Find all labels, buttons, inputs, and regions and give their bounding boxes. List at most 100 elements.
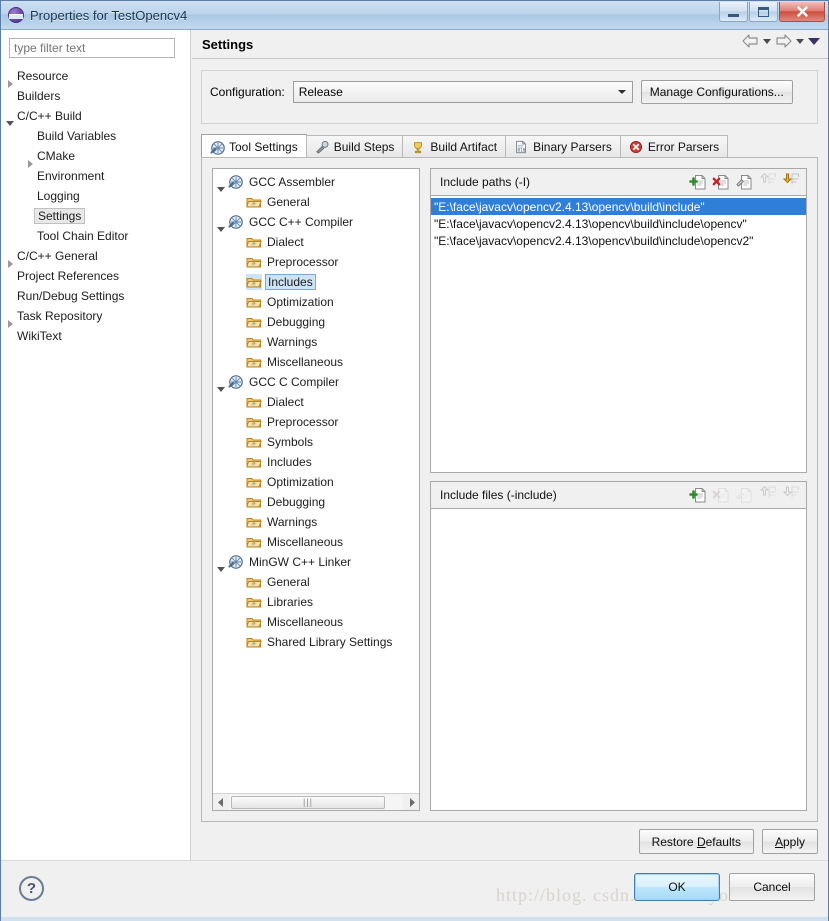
add-icon[interactable] xyxy=(688,173,708,191)
help-icon[interactable]: ? xyxy=(19,876,44,901)
tool-tree-item-gcc-c-compiler[interactable]: GCC C Compiler xyxy=(213,372,419,392)
tab-label: Binary Parsers xyxy=(533,140,612,154)
delete-icon[interactable] xyxy=(711,173,731,191)
include-path-row[interactable]: "E:\face\javacv\opencv2.4.13\opencv\buil… xyxy=(431,198,806,215)
tool-tree-item-debugging[interactable]: Debugging xyxy=(213,312,419,332)
sidebar-item-run-debug-settings[interactable]: Run/Debug Settings xyxy=(1,286,190,306)
scrollbar-track[interactable]: ||| xyxy=(229,794,403,810)
sidebar-item-tool-chain-editor[interactable]: Tool Chain Editor xyxy=(1,226,190,246)
tool-icon xyxy=(228,214,244,230)
forward-arrow-icon[interactable] xyxy=(775,34,792,49)
tool-tree-item-gcc-assembler[interactable]: GCC Assembler xyxy=(213,172,419,192)
tool-tree-item-label: Debugging xyxy=(267,495,326,509)
tool-tree-item-includes[interactable]: Includes xyxy=(213,452,419,472)
include-path-row[interactable]: "E:\face\javacv\opencv2.4.13\opencv\buil… xyxy=(431,215,806,232)
move-down-icon xyxy=(782,486,799,498)
back-arrow-icon[interactable] xyxy=(742,34,759,49)
sidebar-item-builders[interactable]: Builders xyxy=(1,86,190,106)
window-bottom-edge xyxy=(1,917,828,921)
sidebar-item-wikitext[interactable]: WikiText xyxy=(1,326,190,346)
sidebar-item-logging[interactable]: Logging xyxy=(1,186,190,206)
back-history-chevron-down-icon[interactable] xyxy=(763,39,771,44)
sidebar-item-task-repository[interactable]: Task Repository xyxy=(1,306,190,328)
tool-tree-item-label: Miscellaneous xyxy=(267,355,344,369)
edit-icon xyxy=(736,175,752,190)
tool-tree-item-general[interactable]: General xyxy=(213,192,419,212)
dialog-body: Resource Builders C/C++ Build Build Variabl… xyxy=(1,30,828,921)
include-files-list[interactable] xyxy=(431,510,806,810)
tool-tree-item-debugging[interactable]: Debugging xyxy=(213,492,419,512)
tool-tree-item-mingw-c++-linker[interactable]: MinGW C++ Linker xyxy=(213,552,419,572)
tool-icon xyxy=(228,554,244,570)
sidebar-item-environment[interactable]: Environment xyxy=(1,166,190,186)
scroll-left-icon[interactable] xyxy=(213,794,229,810)
apply-button[interactable]: Apply xyxy=(761,829,818,854)
tool-tree-item-optimization[interactable]: Optimization xyxy=(213,472,419,492)
tool-tree-item-shared-library-settings[interactable]: Shared Library Settings xyxy=(213,632,419,652)
sidebar-item-cmake[interactable]: CMake xyxy=(1,146,190,168)
tool-tree-item-miscellaneous[interactable]: Miscellaneous xyxy=(213,612,419,632)
minimize-button[interactable] xyxy=(719,2,748,22)
tool-tree-horizontal-scrollbar[interactable]: ||| xyxy=(213,793,419,810)
configuration-select[interactable]: Release xyxy=(292,81,633,103)
tool-tree-item-preprocessor[interactable]: Preprocessor xyxy=(213,412,419,432)
include-path-row[interactable]: "E:\face\javacv\opencv2.4.13\opencv\buil… xyxy=(431,232,806,249)
tool-tree-item-symbols[interactable]: Symbols xyxy=(213,432,419,452)
tab-binary-parsers[interactable]: 010 Binary Parsers xyxy=(505,135,621,158)
title-bar: Properties for TestOpencv4 xyxy=(1,1,828,30)
sidebar-item-label: Resource xyxy=(17,69,69,83)
tool-tree-item-optimization[interactable]: Optimization xyxy=(213,292,419,312)
tab-bar[interactable]: Tool Settings Build Steps Build Artifact 01… xyxy=(201,134,818,158)
settings-tree[interactable]: Resource Builders C/C++ Build Build Variabl… xyxy=(1,62,190,346)
cancel-button[interactable]: Cancel xyxy=(729,873,815,901)
scrollbar-thumb[interactable]: ||| xyxy=(231,795,385,809)
sidebar-item-c-c-build[interactable]: C/C++ Build xyxy=(1,106,190,126)
tab-build-steps[interactable]: Build Steps xyxy=(305,135,404,158)
tool-tree-item-includes[interactable]: Includes xyxy=(213,272,419,292)
sidebar-item-c-c-general[interactable]: C/C++ General xyxy=(1,246,190,268)
sidebar-item-build-variables[interactable]: Build Variables xyxy=(1,126,190,146)
filter-input[interactable] xyxy=(9,38,175,58)
tool-icon xyxy=(228,374,244,390)
add-icon xyxy=(689,488,706,503)
delete-icon xyxy=(711,486,731,504)
dialog-buttons: OK Cancel xyxy=(634,873,815,901)
tool-tree-item-libraries[interactable]: Libraries xyxy=(213,592,419,612)
close-icon xyxy=(796,6,808,17)
tab-tool-settings[interactable]: Tool Settings xyxy=(201,134,307,158)
tool-tree-item-warnings[interactable]: Warnings xyxy=(213,332,419,352)
tool-tree-item-warnings[interactable]: Warnings xyxy=(213,512,419,532)
minimize-icon xyxy=(728,13,739,17)
manage-configurations-button[interactable]: Manage Configurations... xyxy=(640,80,793,104)
tool-tree-item-dialect[interactable]: Dialect xyxy=(213,232,419,252)
forward-history-chevron-down-icon[interactable] xyxy=(796,39,804,44)
include-paths-list[interactable]: "E:\face\javacv\opencv2.4.13\opencv\buil… xyxy=(431,197,806,472)
sidebar-item-resource[interactable]: Resource xyxy=(1,66,190,88)
chevron-down-icon[interactable] xyxy=(613,83,631,101)
move-down-icon[interactable] xyxy=(780,173,800,191)
tab-error-parsers[interactable]: Error Parsers xyxy=(619,135,729,158)
edit-icon[interactable] xyxy=(734,173,754,191)
close-button[interactable] xyxy=(779,2,825,22)
scroll-right-icon[interactable] xyxy=(403,794,419,810)
tab-build-artifact[interactable]: Build Artifact xyxy=(402,135,507,158)
eclipse-icon xyxy=(8,7,24,23)
maximize-button[interactable] xyxy=(749,2,778,22)
add-icon[interactable] xyxy=(688,486,708,504)
include-paths-title: Include paths (-I) xyxy=(440,175,531,189)
tool-tree-item-miscellaneous[interactable]: Miscellaneous xyxy=(213,532,419,552)
page-menu-chevron-down-icon[interactable] xyxy=(808,38,820,45)
move-up-icon xyxy=(757,173,777,191)
include-paths-toolbar[interactable] xyxy=(688,173,806,191)
sidebar-item-settings[interactable]: Settings xyxy=(1,206,190,226)
restore-defaults-button[interactable]: Restore Defaults xyxy=(638,829,754,854)
tool-tree-item-dialect[interactable]: Dialect xyxy=(213,392,419,412)
include-files-toolbar[interactable] xyxy=(688,486,806,504)
tool-tree-item-general[interactable]: General xyxy=(213,572,419,592)
tool-tree-item-gcc-c++-compiler[interactable]: GCC C++ Compiler xyxy=(213,212,419,232)
tool-tree[interactable]: GCC Assembler General GCC C++ Compiler Dial… xyxy=(213,169,419,652)
tool-tree-item-preprocessor[interactable]: Preprocessor xyxy=(213,252,419,272)
ok-button[interactable]: OK xyxy=(634,873,720,901)
sidebar-item-project-references[interactable]: Project References xyxy=(1,266,190,286)
tool-tree-item-miscellaneous[interactable]: Miscellaneous xyxy=(213,352,419,372)
